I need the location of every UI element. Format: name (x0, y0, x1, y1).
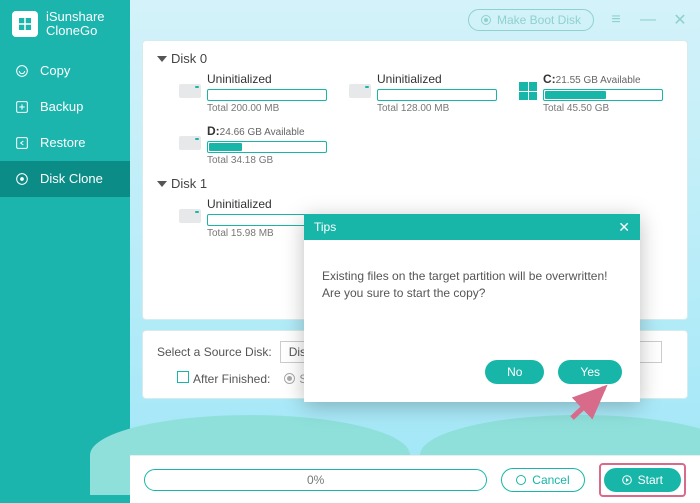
start-highlight: Start (599, 463, 686, 497)
partition-total: Total 200.00 MB (207, 103, 329, 114)
titlebar: Make Boot Disk ≡ — ✕ (130, 0, 700, 40)
brand-line1: iSunshare (46, 10, 105, 24)
progress-bar: 0% (144, 469, 487, 491)
partition-c[interactable]: C:21.55 GB Available Total 45.50 GB (519, 72, 669, 114)
app-window: iSunshare CloneGo Copy Backup Restore Di… (0, 0, 700, 503)
dialog-close-icon[interactable]: ✕ (618, 219, 630, 236)
menu-icon[interactable]: ≡ (606, 10, 626, 30)
partition-label: D:24.66 GB Available (207, 124, 329, 138)
dot-icon (481, 15, 491, 25)
drive-icon (349, 84, 371, 98)
usage-bar (207, 89, 327, 101)
minimize-icon[interactable]: — (638, 10, 658, 30)
partition-label: Uninitialized (207, 72, 329, 86)
nav-backup[interactable]: Backup (0, 89, 130, 125)
partition-label: C:21.55 GB Available (543, 72, 669, 86)
radio-icon (284, 373, 295, 384)
disk0-header[interactable]: Disk 0 (157, 49, 673, 72)
no-button[interactable]: No (485, 360, 544, 384)
yes-button[interactable]: Yes (558, 360, 622, 384)
dialog-body: Existing files on the target partition w… (304, 240, 640, 360)
cancel-label: Cancel (532, 473, 569, 487)
nav-disk-clone[interactable]: Disk Clone (0, 161, 130, 197)
partition-d[interactable]: D:24.66 GB Available Total 34.18 GB (179, 124, 329, 166)
disk0-partitions: Uninitialized Total 200.00 MB Uninitiali… (157, 72, 673, 166)
nav-label: Backup (40, 99, 83, 114)
partition-label: Uninitialized (377, 72, 499, 86)
start-button[interactable]: Start (604, 468, 681, 492)
drive-icon (179, 209, 201, 223)
make-boot-label: Make Boot Disk (497, 13, 581, 27)
footer: 0% Cancel Start (130, 455, 700, 503)
dialog-title: Tips (314, 220, 336, 234)
windows-icon (519, 82, 537, 100)
drive-icon (179, 84, 201, 98)
partition[interactable]: Uninitialized Total 200.00 MB (179, 72, 329, 114)
chevron-down-icon (157, 181, 167, 187)
nav-copy[interactable]: Copy (0, 53, 130, 89)
backup-icon (14, 99, 30, 115)
logo: iSunshare CloneGo (0, 0, 130, 53)
dialog-titlebar: Tips ✕ (304, 214, 640, 240)
cancel-button[interactable]: Cancel (501, 468, 584, 492)
brand-line2: CloneGo (46, 24, 105, 38)
start-label: Start (638, 473, 663, 487)
partition[interactable]: Uninitialized Total 128.00 MB (349, 72, 499, 114)
source-label: Select a Source Disk: (157, 345, 272, 359)
logo-icon (12, 11, 38, 37)
disk0-title: Disk 0 (171, 51, 207, 66)
dialog-footer: No Yes (304, 360, 640, 402)
disk1-header[interactable]: Disk 1 (157, 174, 673, 197)
sidebar: iSunshare CloneGo Copy Backup Restore Di… (0, 0, 130, 503)
nav-label: Restore (40, 135, 86, 150)
usage-bar (207, 141, 327, 153)
usage-bar (543, 89, 663, 101)
drive-icon (179, 136, 201, 150)
restore-icon (14, 135, 30, 151)
partition-total: Total 34.18 GB (207, 155, 329, 166)
disk1-title: Disk 1 (171, 176, 207, 191)
close-icon[interactable]: ✕ (670, 10, 690, 30)
nav-label: Copy (40, 63, 70, 78)
usage-bar (377, 89, 497, 101)
copy-icon (14, 63, 30, 79)
nav-label: Disk Clone (40, 171, 103, 186)
cancel-icon (516, 475, 526, 485)
tips-dialog: Tips ✕ Existing files on the target part… (304, 214, 640, 402)
disk-clone-icon (14, 171, 30, 187)
partition-total: Total 45.50 GB (543, 103, 669, 114)
partition-label: Uninitialized (207, 197, 329, 211)
partition-total: Total 128.00 MB (377, 103, 499, 114)
make-boot-disk-button[interactable]: Make Boot Disk (468, 9, 594, 31)
chevron-down-icon (157, 56, 167, 62)
after-finished[interactable]: After Finished: (157, 371, 270, 386)
brand-text: iSunshare CloneGo (46, 10, 105, 39)
nav-restore[interactable]: Restore (0, 125, 130, 161)
checkbox-icon (177, 371, 189, 383)
play-icon (622, 475, 632, 485)
